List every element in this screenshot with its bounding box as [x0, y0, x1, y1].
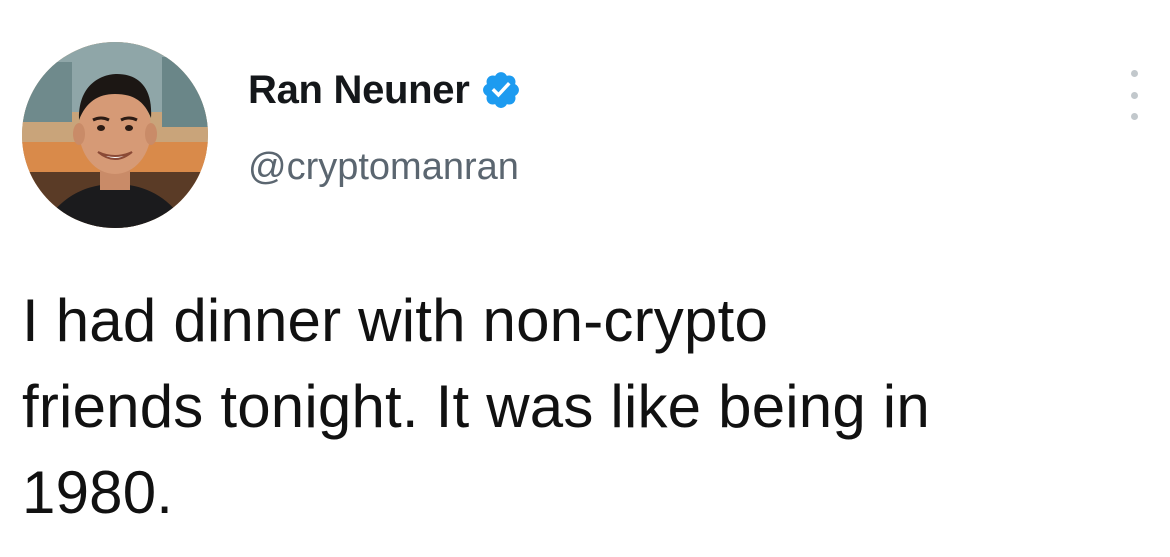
more-dot	[1130, 91, 1138, 99]
author-handle[interactable]: @cryptomanran	[248, 146, 519, 189]
more-options-icon[interactable]	[1122, 70, 1146, 120]
more-dot	[1130, 113, 1138, 120]
avatar[interactable]	[22, 42, 208, 228]
tweet-card: Ran Neuner @cryptomanran I had dinner wi…	[0, 0, 1170, 557]
author-display-name[interactable]: Ran Neuner	[248, 68, 470, 113]
more-dot	[1130, 70, 1138, 77]
author-name-row: Ran Neuner	[248, 62, 522, 118]
tweet-text: I had dinner with non-crypto friends ton…	[22, 287, 930, 526]
avatar-image	[22, 42, 208, 228]
verified-badge-icon	[480, 69, 522, 111]
